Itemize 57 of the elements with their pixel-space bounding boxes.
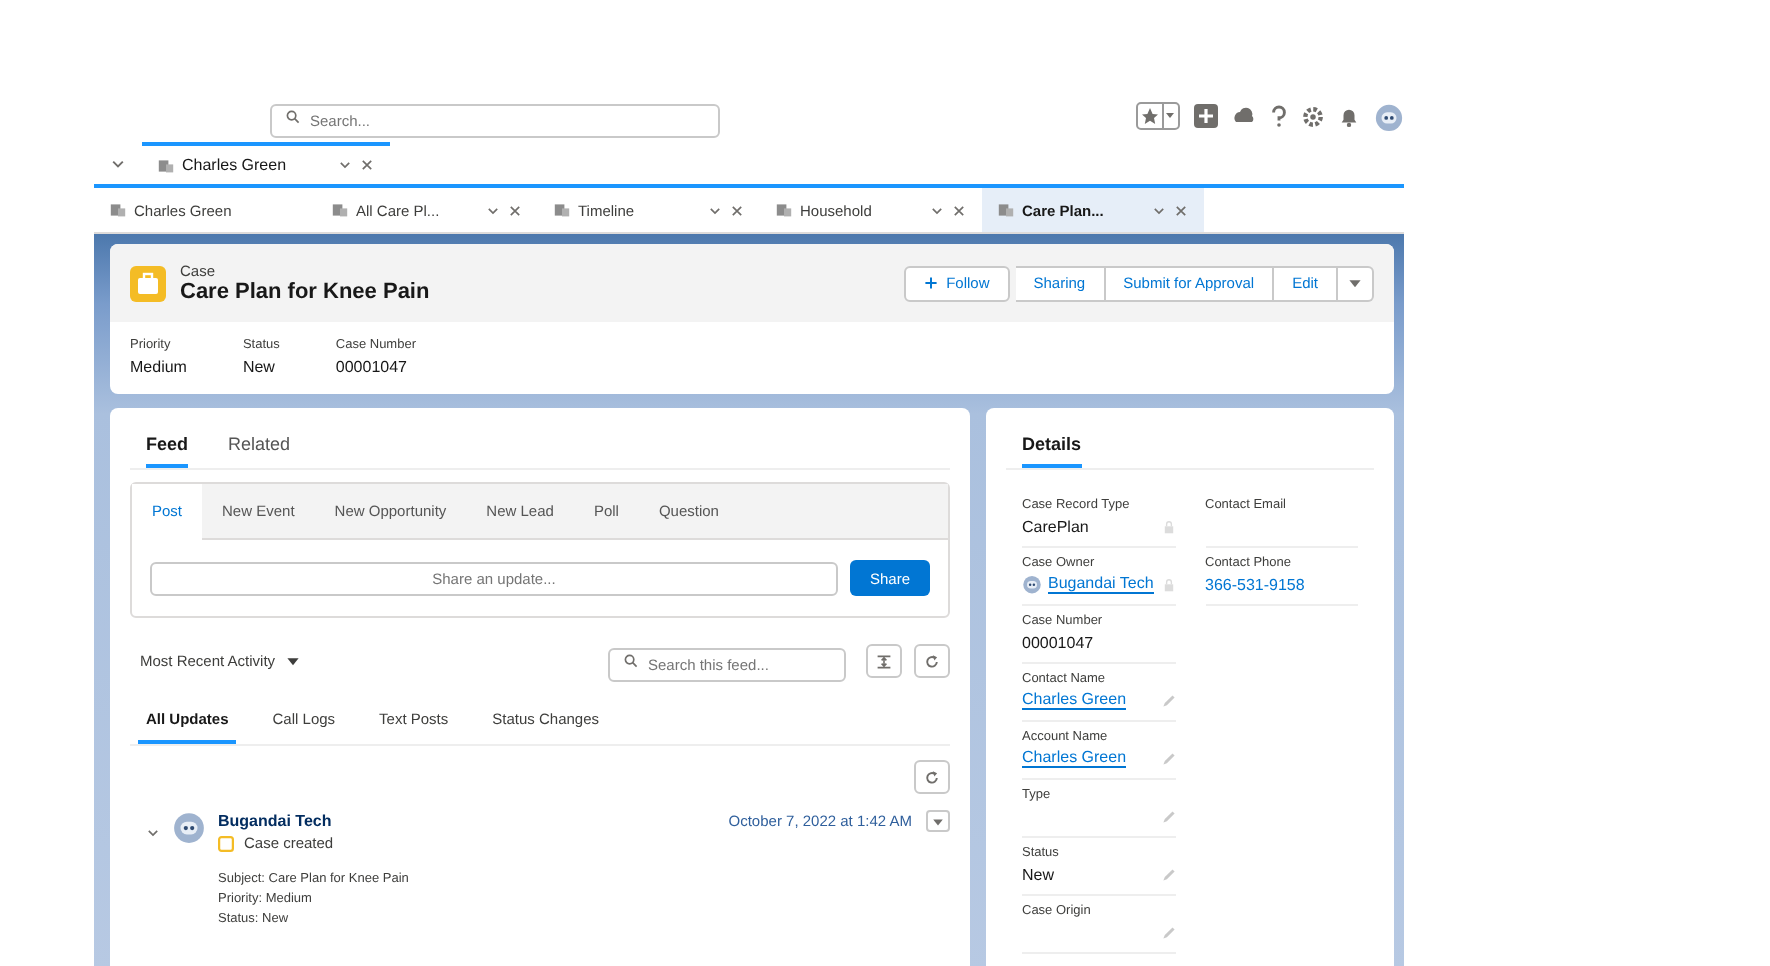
close-icon[interactable]: [508, 203, 522, 217]
search-icon: [624, 654, 638, 668]
briefcase-icon: [130, 265, 166, 301]
collapse-icon: [876, 653, 892, 669]
record-icon: [554, 202, 570, 218]
chevron-down-icon[interactable]: [930, 203, 944, 217]
more-actions-button[interactable]: [1338, 265, 1374, 301]
field-value: 00001047: [1022, 633, 1094, 651]
record-icon: [332, 202, 348, 218]
field-value: New: [1022, 865, 1055, 883]
refresh-icon: [924, 653, 940, 669]
field-value: Medium: [130, 358, 187, 376]
search-icon: [286, 109, 300, 123]
add-icon[interactable]: [1194, 104, 1218, 128]
bell-icon[interactable]: [1338, 105, 1360, 127]
panel-tab[interactable]: Details: [1022, 424, 1082, 468]
field-value: New: [242, 358, 277, 376]
close-icon[interactable]: [360, 158, 374, 172]
close-icon[interactable]: [952, 203, 966, 217]
close-icon[interactable]: [1174, 203, 1188, 217]
record-icon: [776, 202, 792, 218]
phone-link[interactable]: 366-531-9158: [1205, 575, 1305, 593]
caret-down-icon: [1348, 276, 1362, 290]
case-icon: [218, 835, 234, 851]
chevron-down-icon[interactable]: [338, 158, 352, 172]
refresh-button[interactable]: [914, 644, 950, 678]
plus-icon: [924, 276, 939, 290]
close-icon[interactable]: [730, 203, 744, 217]
chevron-down-icon[interactable]: [486, 203, 500, 217]
record-icon: [158, 157, 174, 173]
settings-icon[interactable]: [1302, 105, 1324, 127]
panel-tab[interactable]: Related: [228, 424, 291, 468]
record-title: Care Plan for Knee Pain: [180, 280, 432, 304]
post-author-link[interactable]: Bugandai Tech: [218, 812, 332, 830]
avatar-icon: [172, 810, 206, 844]
chevron-down-icon[interactable]: [1152, 203, 1166, 217]
chevron-down-icon[interactable]: [110, 155, 126, 171]
avatar-icon: [1374, 101, 1404, 131]
help-icon[interactable]: [1270, 104, 1288, 128]
record-link[interactable]: Charles Green: [1022, 690, 1127, 710]
field-value: 00001047: [335, 358, 409, 376]
caret-down-icon: [285, 654, 300, 668]
refresh-icon: [924, 769, 940, 785]
field-value: CarePlan: [1022, 517, 1089, 535]
chevron-down-icon[interactable]: [146, 826, 160, 840]
caret-down-icon: [932, 815, 944, 827]
record-icon: [998, 202, 1014, 218]
refresh-button[interactable]: [914, 760, 950, 794]
record-link[interactable]: Charles Green: [1022, 748, 1127, 768]
avatar-icon: [1022, 574, 1042, 594]
panel-tab[interactable]: Feed: [146, 424, 189, 468]
collapse-button[interactable]: [866, 644, 902, 678]
owner-link[interactable]: Bugandai Tech: [1048, 574, 1154, 594]
record-icon: [110, 202, 126, 218]
chevron-down-icon[interactable]: [708, 203, 722, 217]
post-menu-button[interactable]: [926, 810, 950, 832]
cloud-icon[interactable]: [1232, 104, 1256, 128]
